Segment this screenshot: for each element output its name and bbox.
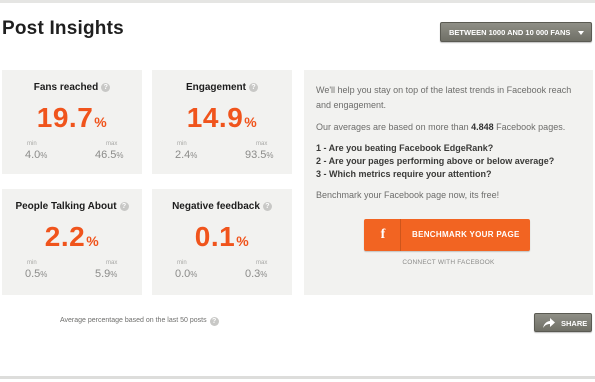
max-unit: % (266, 151, 274, 160)
percent-unit: % (86, 233, 100, 249)
question-item: 2 - Are your pages performing above or b… (316, 156, 555, 166)
max-label: max (256, 141, 268, 147)
questions-list: 1 - Are you beating Facebook EdgeRank? 2… (316, 142, 581, 181)
max-unit: % (116, 151, 124, 160)
fans-range-filter-label: BETWEEN 1000 AND 10 000 FANS (449, 27, 571, 37)
percent-unit: % (244, 114, 258, 130)
min-unit: % (190, 270, 198, 279)
fans-range-filter-button[interactable]: BETWEEN 1000 AND 10 000 FANS (440, 22, 592, 42)
question-item: 3 - Which metrics require your attention… (316, 169, 492, 179)
share-button[interactable]: SHARE (534, 313, 592, 332)
min-unit: % (190, 151, 198, 160)
metric-card-negative-feedback: Negative feedback? 0.1% min 0.0% max 0.3… (152, 189, 292, 295)
help-icon[interactable]: ? (209, 317, 219, 326)
min-unit: % (40, 151, 48, 160)
metric-value: 19.7 (36, 102, 94, 133)
max-value: 5.9 (95, 268, 111, 280)
averages-suffix: Facebook pages. (496, 122, 566, 132)
connect-with-facebook-label: CONNECT WITH FACEBOOK (402, 259, 495, 266)
percent-unit: % (236, 233, 250, 249)
min-label: min (27, 141, 37, 147)
metric-value: 2.2 (44, 221, 86, 252)
max-value: 93.5 (245, 149, 267, 161)
max-label: max (106, 141, 118, 147)
metric-label: People Talking About (15, 201, 117, 212)
min-value: 2.4 (175, 149, 191, 161)
max-unit: % (110, 270, 118, 279)
max-unit: % (260, 270, 268, 279)
min-label: min (177, 141, 187, 147)
min-label: min (27, 260, 37, 266)
max-label: max (106, 260, 118, 266)
metric-card-engagement: Engagement? 14.9% min 2.4% max 93.5% (152, 70, 292, 174)
min-label: min (177, 260, 187, 266)
max-label: max (256, 260, 268, 266)
page-title: Post Insights (2, 18, 124, 39)
question-item: 1 - Are you beating Facebook EdgeRank? (316, 143, 494, 153)
average-footnote: Average percentage based on the last 50 … (60, 317, 219, 326)
percent-unit: % (94, 114, 108, 130)
help-icon[interactable]: ? (249, 83, 258, 92)
max-value: 46.5 (95, 149, 117, 161)
help-icon[interactable]: ? (101, 83, 111, 92)
min-value: 0.0 (175, 268, 191, 280)
benchmark-button-label: BENCHMARK YOUR PAGE (412, 230, 520, 239)
caret-down-icon (578, 31, 584, 35)
bottom-divider (0, 376, 595, 379)
metric-label: Engagement (185, 82, 246, 93)
share-label: SHARE (561, 319, 588, 328)
min-unit: % (40, 270, 48, 279)
min-value: 4.0 (25, 149, 41, 161)
benchmark-text: Benchmark your Facebook page now, its fr… (316, 190, 500, 200)
top-divider (0, 0, 595, 3)
min-value: 0.5 (25, 268, 41, 280)
metric-card-people-talking-about: People Talking About? 2.2% min 0.5% max … (2, 189, 142, 295)
footnote-text: Average percentage based on the last 50 … (60, 317, 207, 324)
intro-text: We'll help you stay on top of the latest… (316, 85, 572, 110)
benchmark-your-page-button[interactable]: f BENCHMARK YOUR PAGE (364, 219, 530, 251)
averages-prefix: Our averages are based on more than (316, 122, 469, 132)
share-arrow-icon (543, 318, 555, 330)
metric-value: 14.9 (186, 102, 244, 133)
averages-text: Our averages are based on more than 4.84… (316, 121, 581, 133)
max-value: 0.3 (245, 268, 261, 280)
pages-count: 4.848 (471, 122, 494, 132)
facebook-icon: f (380, 227, 386, 242)
button-separator (400, 219, 401, 251)
benchmark-info-panel: We'll help you stay on top of the latest… (304, 70, 593, 295)
help-icon[interactable]: ? (119, 202, 129, 211)
metric-value: 0.1 (194, 221, 236, 252)
metric-label: Fans reached (33, 82, 99, 93)
help-icon[interactable]: ? (262, 202, 272, 211)
metric-label: Negative feedback (172, 201, 260, 212)
metric-card-fans-reached: Fans reached? 19.7% min 4.0% max 46.5% (2, 70, 142, 174)
